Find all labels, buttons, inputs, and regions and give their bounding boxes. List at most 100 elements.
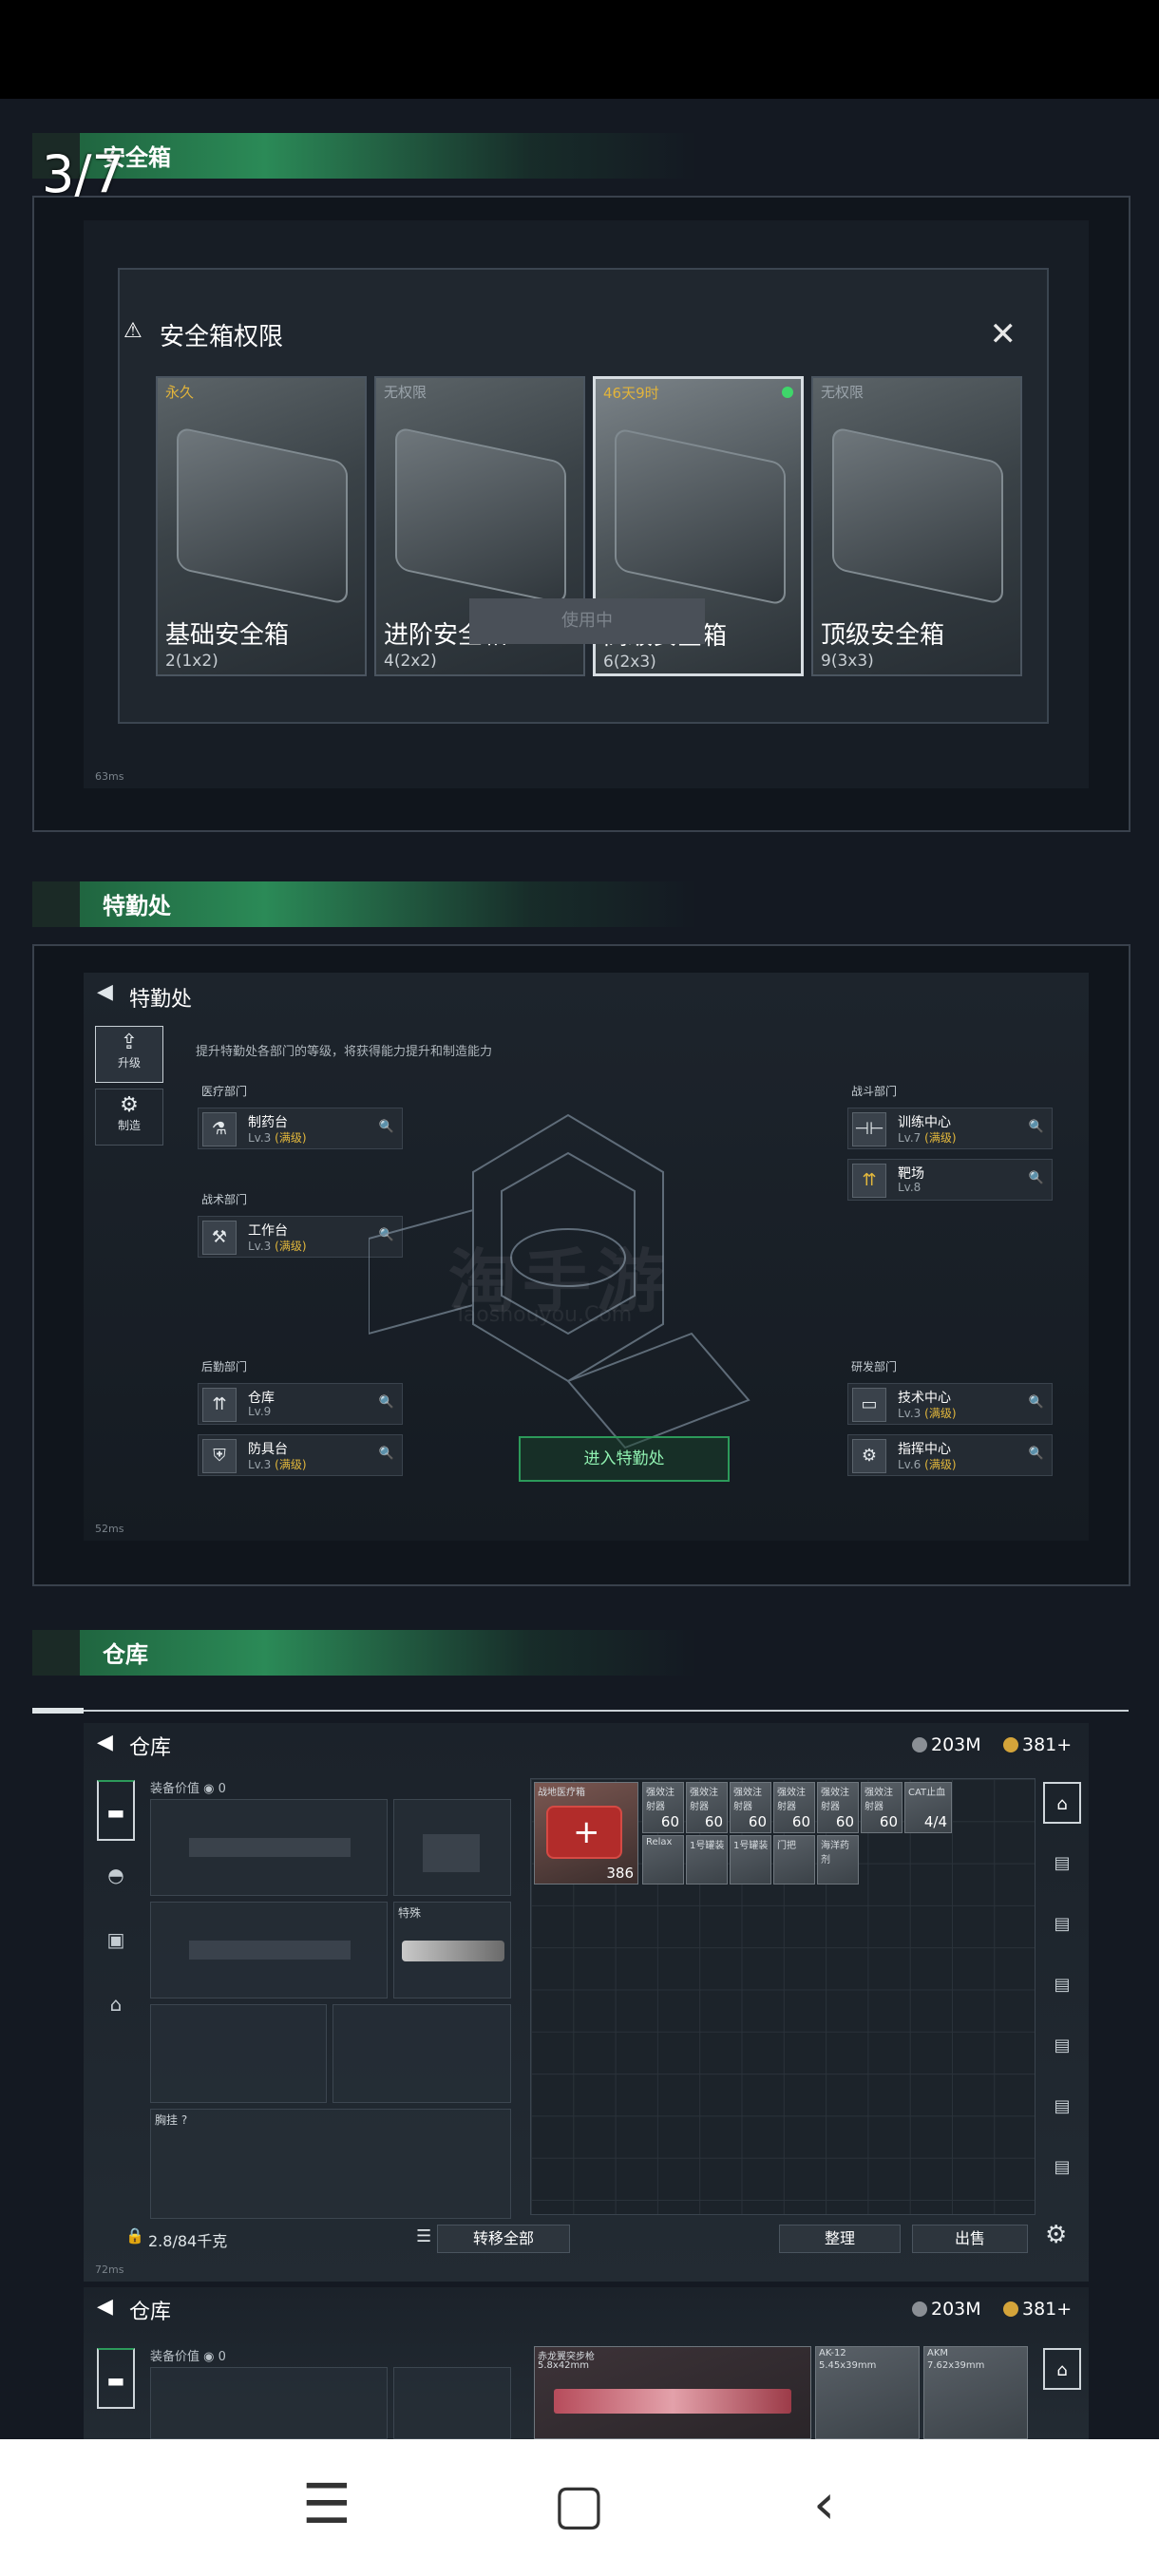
tab-upgrade[interactable]: ⇪ 升级: [95, 1026, 163, 1083]
rank-icon: ⇈: [202, 1388, 237, 1422]
currency-tech: 203M: [912, 2299, 981, 2320]
facility-training[interactable]: ⊣⊢ 训练中心 Lv.7 (满级) 🔍: [847, 1108, 1053, 1149]
item-can[interactable]: 1号罐装: [686, 1835, 728, 1885]
storage-tab-2[interactable]: ▤: [1043, 1843, 1081, 1885]
card-name: 基础安全箱: [165, 621, 290, 650]
slot-primary-weapon[interactable]: [150, 1799, 388, 1896]
back-nav-icon[interactable]: ‹: [813, 2475, 835, 2532]
item-injector[interactable]: 强效注射器 60: [686, 1782, 728, 1833]
menu-icon[interactable]: ☰: [302, 2475, 352, 2532]
facility-tech[interactable]: ▭ 技术中心 Lv.3 (满级) 🔍: [847, 1383, 1053, 1425]
hammer-icon: ⚒: [202, 1221, 237, 1255]
item-can[interactable]: 1号罐装: [730, 1835, 771, 1885]
facility-range[interactable]: ⇈ 靶场 Lv.8 🔍: [847, 1159, 1053, 1201]
item-weapon-1[interactable]: 赤龙翼突步枪 5.8x42mm: [534, 2346, 811, 2439]
item-injector[interactable]: 强效注射器 60: [817, 1782, 859, 1833]
list-icon[interactable]: ☰: [416, 2226, 431, 2246]
item-injector[interactable]: 强效注射器 60: [773, 1782, 815, 1833]
card-size: 9(3x3): [821, 652, 874, 671]
back-icon[interactable]: ◀: [97, 980, 113, 1004]
crate-icon: ▤: [1054, 1914, 1071, 1934]
close-icon[interactable]: ✕: [990, 315, 1017, 353]
safebox-screenshot: ⚠ 安全箱权限 ✕ 永久 基础安全箱 2(1x2) 无权限 进阶安全箱 4(2x…: [84, 220, 1089, 788]
item-potion[interactable]: 海洋药剂: [817, 1835, 859, 1885]
slot-secondary-weapon[interactable]: [150, 1902, 388, 1998]
storage-tab-5[interactable]: ▤: [1043, 2025, 1081, 2067]
dept-combat: 战斗部门: [851, 1085, 898, 1098]
crate-icon: ▤: [1054, 2157, 1071, 2177]
tab-weapons[interactable]: ▬: [97, 1780, 135, 1841]
item-tourniquet[interactable]: CAT止血 4/4: [904, 1782, 952, 1833]
slot-helmet[interactable]: [150, 2004, 327, 2103]
transfer-all-button[interactable]: 转移全部: [437, 2225, 570, 2253]
tab-backpack[interactable]: ▣: [97, 1909, 135, 1970]
item-injector[interactable]: 强效注射器 60: [861, 1782, 902, 1833]
tab-helmet[interactable]: ◓: [97, 1845, 135, 1905]
safebox-card-basic[interactable]: 永久 基础安全箱 2(1x2): [156, 376, 367, 676]
back-icon[interactable]: ◀: [97, 2295, 113, 2319]
slot-pistol[interactable]: [393, 1799, 511, 1896]
safe-icon: ⌂: [1056, 2360, 1068, 2380]
rank-icon: ⇈: [852, 1164, 886, 1198]
currency-coin: 381+: [1003, 1734, 1072, 1755]
upgrade-icon: ⇪: [120, 1031, 139, 1054]
gear-icon[interactable]: ⚙: [1045, 2221, 1067, 2249]
card-duration: 无权限: [384, 384, 428, 401]
page-counter: 3/7: [42, 144, 124, 204]
slot-armor[interactable]: [332, 2004, 511, 2103]
slot-pistol[interactable]: [393, 2367, 511, 2439]
tab-craft[interactable]: ⚙ 制造: [95, 1089, 163, 1146]
back-icon[interactable]: ◀: [97, 1731, 113, 1754]
card-duration: 永久: [165, 384, 195, 401]
sort-button[interactable]: 整理: [779, 2225, 901, 2253]
enter-special-ops-button[interactable]: 进入特勤处: [519, 1436, 730, 1482]
warning-icon: ⚠: [124, 319, 142, 343]
dept-research: 研发部门: [851, 1360, 898, 1373]
sell-button[interactable]: 出售: [912, 2225, 1028, 2253]
storage-tab-1[interactable]: ⌂: [1043, 2348, 1081, 2390]
item-relax[interactable]: Relax: [642, 1835, 684, 1885]
item-medkit[interactable]: 战地医疗箱 386: [534, 1782, 638, 1885]
slot-chest-rig[interactable]: 胸挂 ?: [150, 2109, 511, 2219]
crate-icon: ▤: [1054, 2036, 1071, 2055]
image-viewer: 3/7 安全箱 ⚠ 安全箱权限 ✕ 永久 基础安全箱 2(1x2) 无权限 进阶…: [0, 0, 1159, 2576]
home-icon[interactable]: ▢: [553, 2475, 605, 2532]
safebox-card-top[interactable]: 无权限 顶级安全箱 9(3x3): [811, 376, 1022, 676]
item-handle[interactable]: 门把: [773, 1835, 815, 1885]
tab-weapons[interactable]: ▬: [97, 2348, 135, 2409]
card-size: 2(1x2): [165, 652, 218, 671]
section-header-warehouse: 仓库: [32, 1630, 1134, 1715]
equip-value: 装备价值 ◉ 0: [150, 1782, 226, 1796]
equip-value: 装备价值 ◉ 0: [150, 2350, 226, 2364]
in-use-button[interactable]: 使用中: [469, 598, 705, 644]
item-injector[interactable]: 强效注射器 60: [642, 1782, 684, 1833]
currency-coin: 381+: [1003, 2299, 1072, 2320]
card-size: 4(2x2): [384, 652, 437, 671]
knife-icon: [402, 1941, 504, 1961]
search-icon: 🔍: [1028, 1395, 1044, 1410]
dept-tactical: 战术部门: [201, 1193, 248, 1206]
slot-special[interactable]: 特殊: [393, 1902, 511, 1998]
card-duration: 46天9时: [603, 385, 659, 402]
safebox-dialog: ⚠ 安全箱权限 ✕ 永久 基础安全箱 2(1x2) 无权限 进阶安全箱 4(2x…: [118, 268, 1049, 724]
storage-tab-6[interactable]: ▤: [1043, 2086, 1081, 2128]
item-weapon-3[interactable]: AKM 7.62x39mm: [923, 2346, 1028, 2439]
screen-title: 特勤处: [129, 988, 193, 1012]
rifle-icon: [554, 2389, 791, 2414]
storage-tab-4[interactable]: ▤: [1043, 1964, 1081, 2006]
tab-case[interactable]: ⌂: [97, 1974, 135, 2035]
section-title: 特勤处: [103, 893, 171, 919]
storage-tab-1[interactable]: ⌂: [1043, 1782, 1081, 1824]
warehouse-screenshot: ◀ 仓库 203M 381+ ▬ ◓ ▣ ⌂ 装备价值 ◉ 0 特殊 胸挂 ? …: [84, 1723, 1089, 2282]
screen-title: 仓库: [129, 2301, 172, 2324]
capacity-label: 2.8/84千克: [148, 2232, 228, 2250]
active-indicator: [782, 387, 793, 398]
facility-command[interactable]: ⚙ 指挥中心 Lv.6 (满级) 🔍: [847, 1434, 1053, 1476]
storage-tab-3[interactable]: ▤: [1043, 1904, 1081, 1945]
storage-tab-7[interactable]: ▤: [1043, 2147, 1081, 2188]
item-injector[interactable]: 强效注射器 60: [730, 1782, 771, 1833]
screen-title: 仓库: [129, 1736, 172, 1760]
item-weapon-2[interactable]: AK-12 5.45x39mm: [815, 2346, 920, 2439]
search-icon: 🔍: [1028, 1171, 1044, 1185]
slot-primary-weapon[interactable]: [150, 2367, 388, 2439]
